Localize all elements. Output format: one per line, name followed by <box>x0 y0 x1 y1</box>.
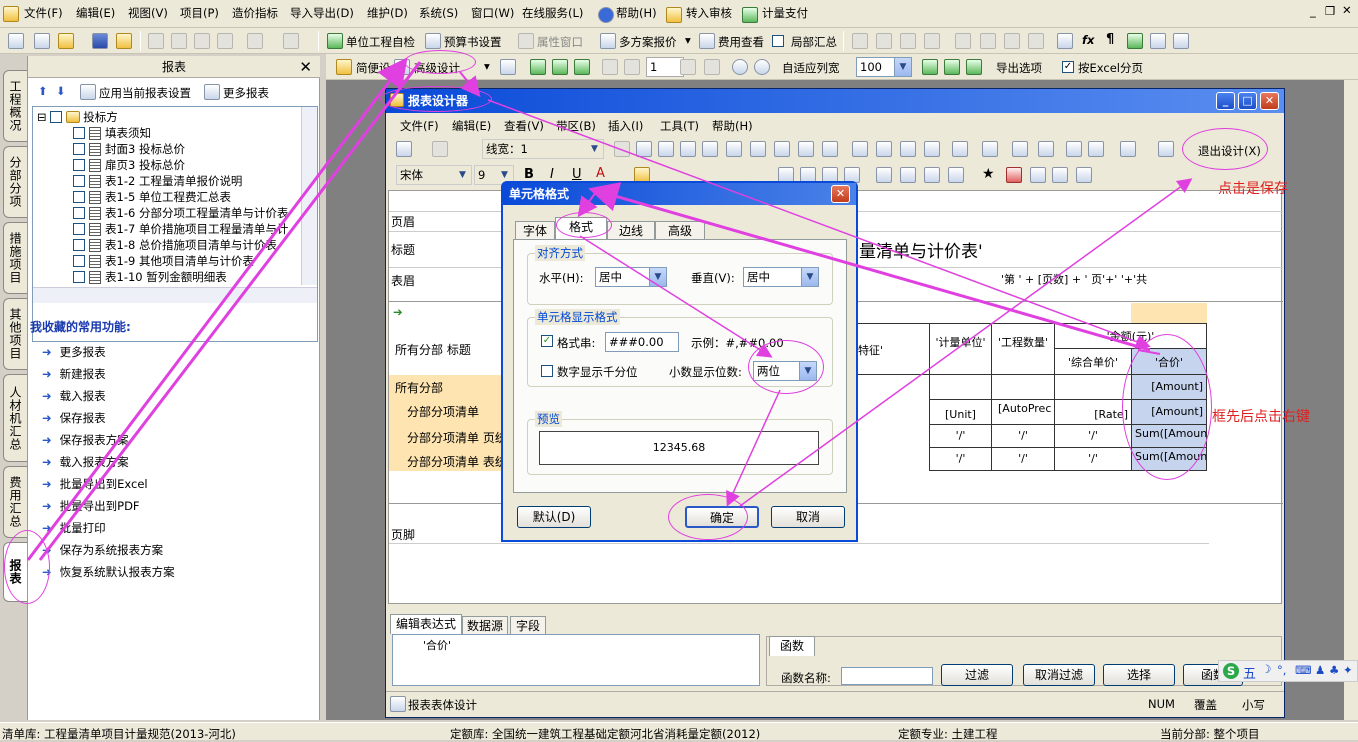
note-click-save: 点击是保存 <box>1218 181 1288 197</box>
shirt-icon[interactable]: ♣ <box>1329 663 1339 677</box>
ime-label[interactable]: 五 <box>1243 663 1256 682</box>
ime-s-icon[interactable]: S <box>1223 663 1239 679</box>
arrow-format-to-decimal <box>579 235 773 358</box>
work-vscrollbar[interactable] <box>1344 80 1358 720</box>
user-icon[interactable]: ♟ <box>1315 663 1325 677</box>
keyboard-icon[interactable]: ⌨ <box>1295 663 1312 677</box>
tools-icon[interactable]: ✦ <box>1343 663 1353 677</box>
main-statusbar: 清单库: 工程量清单项目计量规范(2013-河北) 定额库: 全国统一建筑工程基… <box>0 722 1358 741</box>
arrow-decimal-to-ok <box>726 389 781 507</box>
note-right-click: 框先后点击右键 <box>1212 409 1310 425</box>
arrow-tab-to-advanced <box>26 57 408 561</box>
arrow-dialog-to-format <box>577 191 598 218</box>
moon-icon[interactable]: ☽ <box>1261 662 1271 676</box>
arrow-tab-to-advanced-2 <box>38 61 422 561</box>
arrow-advanced-to-title <box>459 71 481 98</box>
punct-icon[interactable]: °, <box>1277 663 1286 677</box>
annotation-arrows <box>26 57 1193 561</box>
arrow-title-to-total <box>487 99 1151 349</box>
ime-toolbar: S 五 ☽ °, ⌨ ♟ ♣ ✦ <box>1218 660 1358 682</box>
